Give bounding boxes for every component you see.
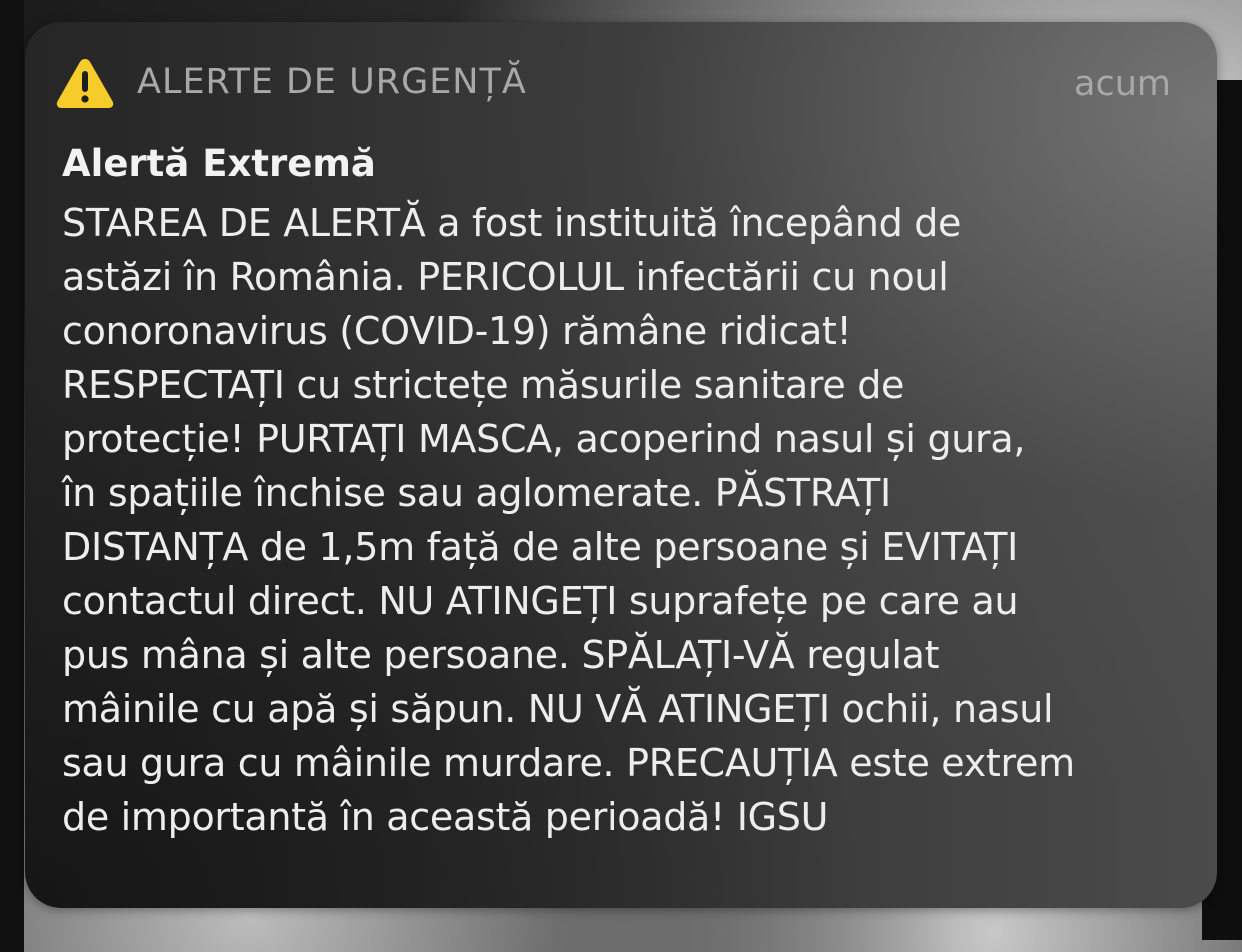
notification-body-line: astăzi în România. PERICOLUL infectării … xyxy=(62,255,949,299)
notification-body-line: mâinile cu apă și săpun. NU VĂ ATINGEȚI … xyxy=(62,687,1054,731)
notification-body-line: sau gura cu mâinile murdare. PRECAUȚIA e… xyxy=(62,741,1075,785)
notification-body-line: conoronavirus (COVID-19) rămâne ridicat! xyxy=(62,309,852,353)
warning-triangle-icon xyxy=(55,56,115,110)
notification-body-line: contactul direct. NU ATINGEȚI suprafețe … xyxy=(62,579,1019,623)
notification-body-line: protecție! PURTAȚI MASCA, acoperind nasu… xyxy=(62,417,1026,461)
wallpaper-dark-edge xyxy=(0,0,24,952)
notification-body: STAREA DE ALERTĂ a fost instituită încep… xyxy=(62,196,1202,844)
notification-title: Alertă Extremă xyxy=(62,142,376,185)
notification-body-line: STAREA DE ALERTĂ a fost instituită încep… xyxy=(62,201,962,245)
notification-body-line: RESPECTAȚI cu strictețe măsurile sanitar… xyxy=(62,363,905,407)
notification-body-line: în spațiile închise sau aglomerate. PĂST… xyxy=(62,471,891,515)
notification-body-line: DISTANȚA de 1,5m față de alte persoane ș… xyxy=(62,525,1019,569)
notification-timestamp: acum xyxy=(1074,64,1171,104)
notification-app-name: ALERTE DE URGENȚĂ xyxy=(137,62,527,102)
emergency-alert-notification[interactable]: ALERTE DE URGENȚĂ acum Alertă Extremă ST… xyxy=(25,22,1217,908)
notification-body-line: pus mâna și alte persoane. SPĂLAȚI-VĂ re… xyxy=(62,633,940,677)
notification-header: ALERTE DE URGENȚĂ acum xyxy=(55,56,1171,112)
notification-body-line: de importantă în această perioadă! IGSU xyxy=(62,795,829,839)
